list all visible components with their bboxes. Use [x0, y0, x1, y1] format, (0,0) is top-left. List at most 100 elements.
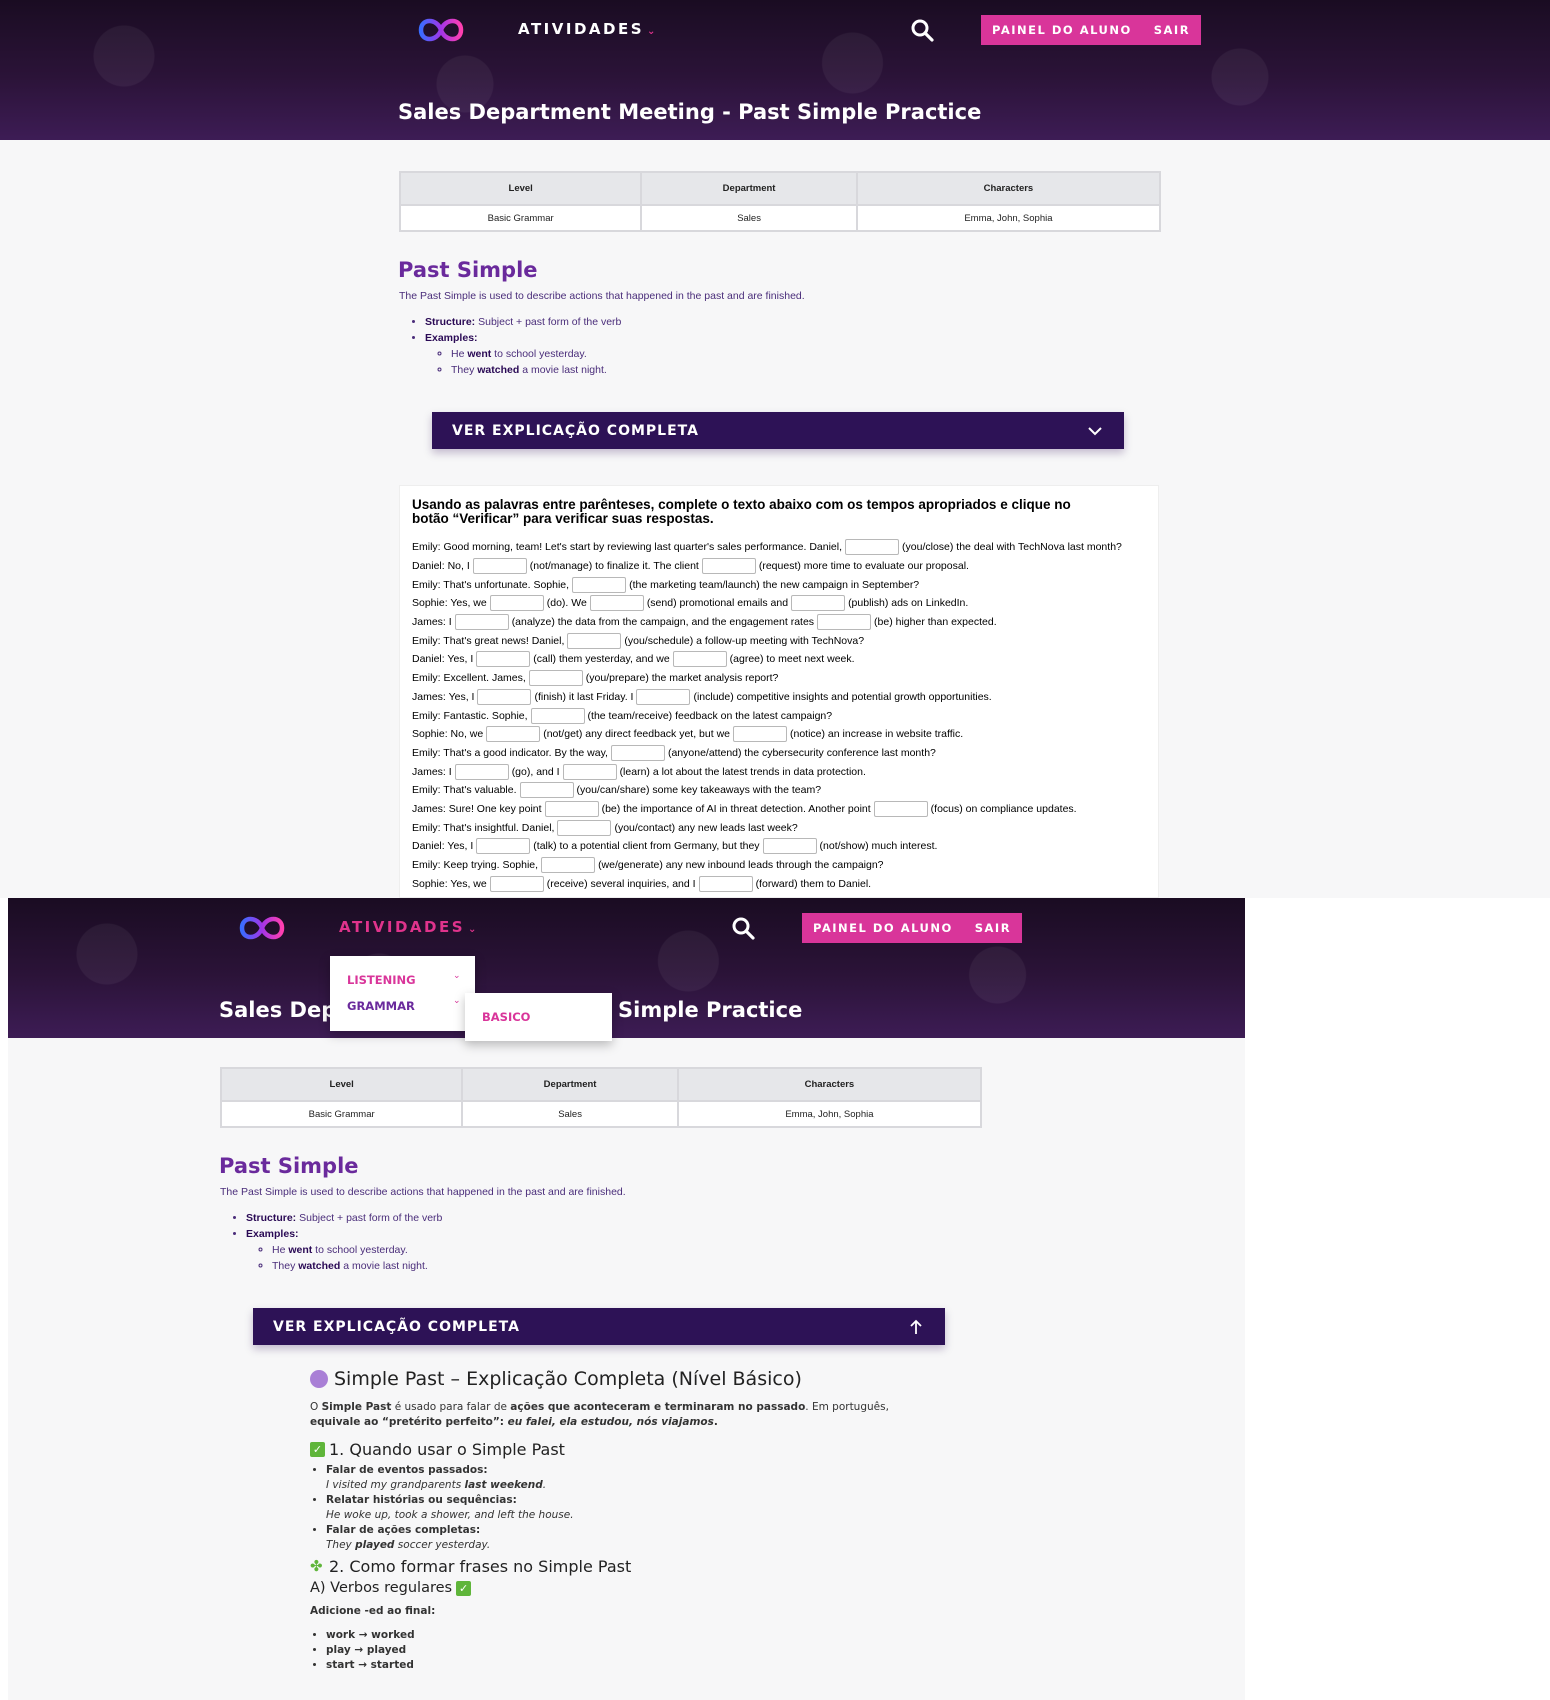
section-heading-text: 1. Quando usar o Simple Past [329, 1440, 565, 1459]
intro-italic: eu falei, ela estudou, nós viajamos [507, 1416, 714, 1428]
answer-input[interactable] [762, 838, 817, 855]
table-cell-characters: Emma, John, Sophia [676, 1100, 983, 1128]
list-item: work → worked [326, 1628, 910, 1643]
answer-input[interactable] [486, 726, 541, 743]
list-item: Falar de ações completas: They played soc… [326, 1523, 910, 1553]
list-item: start → started [326, 1658, 910, 1673]
answer-input[interactable] [541, 857, 596, 874]
exercise-text: (do). We [546, 597, 587, 610]
atividades-dropdown: LISTENING ⌄ GRAMMAR ⌄ [330, 956, 475, 1031]
infinity-logo-icon[interactable] [236, 910, 288, 946]
example-text: to school yesterday. [312, 1244, 408, 1256]
subsection-heading-regular: A) Verbos regulares ✓ [310, 1580, 910, 1596]
exercise-panel: Usando as palavras entre parênteses, com… [399, 485, 1159, 898]
search-icon[interactable] [731, 916, 755, 940]
exercise-text: (not/show) much interest. [819, 840, 938, 853]
usage-example-bold: last weekend [464, 1479, 543, 1491]
examples-label: Examples: [246, 1228, 299, 1240]
chevron-down-icon: ⌄ [453, 971, 461, 981]
search-icon[interactable] [910, 18, 934, 42]
past-simple-description: The Past Simple is used to describe acti… [220, 1186, 626, 1198]
answer-input[interactable] [530, 707, 585, 724]
answer-input[interactable] [610, 744, 665, 761]
table-header-characters: Characters [855, 171, 1162, 206]
answer-input[interactable] [477, 688, 532, 705]
section-heading-how: ✤ 2. Como formar frases no Simple Past [310, 1557, 910, 1576]
answer-input[interactable] [572, 576, 627, 593]
exercise-text: (forward) them to Daniel. [755, 877, 872, 890]
exercise-text: (the marketing team/launch) the new camp… [629, 578, 920, 591]
exercise-text: Sophie: Yes, we [412, 877, 487, 890]
answer-input[interactable] [636, 688, 691, 705]
account-buttons: PAINEL DO ALUNO SAIR [981, 15, 1202, 45]
answer-input[interactable] [472, 558, 527, 575]
answer-input[interactable] [476, 838, 531, 855]
answer-input[interactable] [557, 819, 612, 836]
nav-atividades[interactable]: ATIVIDADES ⌄ [339, 918, 476, 936]
exercise-text: James: I [412, 616, 452, 629]
example-text: They [272, 1260, 299, 1272]
answer-input[interactable] [489, 595, 544, 612]
answer-input[interactable] [589, 595, 644, 612]
answer-input[interactable] [454, 614, 509, 631]
arrow-up-icon [910, 1319, 922, 1334]
explanation-title-text: Simple Past – Explicação Completa (Nível… [334, 1368, 802, 1390]
exercise-text: (not/manage) to finalize it. The client [529, 560, 699, 573]
exercise-text: (receive) several inquiries, and I [546, 877, 696, 890]
list-item: They watched a movie last night. [451, 362, 621, 378]
exercise-line: Sophie: Yes, we (receive) several inquiri… [412, 874, 1122, 893]
answer-input[interactable] [817, 614, 872, 631]
answer-input[interactable] [544, 800, 599, 817]
answer-input[interactable] [701, 558, 756, 575]
exercise-text: (you/contact) any new leads last week? [614, 821, 798, 834]
exercise-text: (focus) on compliance updates. [930, 802, 1077, 815]
intro-text: equivale ao “pretérito perfeito”: [310, 1416, 508, 1428]
nav-atividades[interactable]: ATIVIDADES ⌄ [518, 20, 655, 38]
exercise-text: (not/get) any direct feedback yet, but w… [543, 728, 730, 741]
list-item: Examples: He went to school yesterday. T… [246, 1226, 442, 1274]
list-item: Structure: Subject + past form of the ve… [425, 314, 621, 330]
past-simple-title: Past Simple [398, 258, 538, 282]
structure-label: Structure: [425, 316, 476, 328]
answer-input[interactable] [791, 595, 846, 612]
table-header-characters: Characters [676, 1067, 983, 1102]
answer-input[interactable] [873, 800, 928, 817]
answer-input[interactable] [845, 539, 900, 556]
menu-item-basico[interactable]: BASICO [482, 1010, 530, 1024]
answer-input[interactable] [733, 726, 787, 743]
example-verb: went [288, 1244, 313, 1256]
exercise-line: Emily: That's insightful. Daniel, (you/co… [412, 818, 1122, 837]
sair-button[interactable]: SAIR [975, 921, 1011, 935]
usage-label: Relatar histórias ou sequências: [326, 1494, 517, 1506]
ver-explicacao-accordion[interactable]: VER EXPLICAÇÃO COMPLETA [432, 412, 1124, 449]
answer-input[interactable] [476, 651, 531, 668]
answer-input[interactable] [567, 632, 622, 649]
sair-button[interactable]: SAIR [1154, 23, 1190, 37]
past-simple-description: The Past Simple is used to describe acti… [399, 290, 805, 302]
infinity-logo-icon[interactable] [415, 12, 467, 48]
exercise-text: Emily: Keep trying. Sophie, [412, 859, 539, 872]
painel-do-aluno-button[interactable]: PAINEL DO ALUNO [992, 23, 1132, 37]
example-text: a movie last night. [340, 1260, 428, 1272]
menu-item-grammar[interactable]: GRAMMAR [347, 999, 415, 1013]
purple-circle-icon [310, 1370, 328, 1388]
answer-input[interactable] [489, 875, 544, 892]
answer-input[interactable] [698, 875, 753, 892]
exercise-text: (we/generate) any new inbound leads thro… [598, 859, 884, 872]
exercise-line: Emily: That's valuable. (you/can/share) s… [412, 781, 1122, 800]
painel-do-aluno-button[interactable]: PAINEL DO ALUNO [813, 921, 953, 935]
exercise-text: Sophie: Yes, we [412, 597, 487, 610]
menu-item-listening[interactable]: LISTENING [347, 973, 416, 987]
answer-input[interactable] [454, 763, 509, 780]
answer-input[interactable] [519, 782, 574, 799]
example-text: to school yesterday. [491, 348, 587, 360]
answer-input[interactable] [562, 763, 617, 780]
accordion-label: VER EXPLICAÇÃO COMPLETA [452, 422, 699, 439]
answer-input[interactable] [528, 670, 583, 687]
explanation-intro: O Simple Past é usado para falar de açõe… [310, 1400, 910, 1430]
ver-explicacao-accordion[interactable]: VER EXPLICAÇÃO COMPLETA [253, 1308, 945, 1345]
exercise-instructions: Usando as palavras entre parênteses, com… [412, 497, 1071, 526]
answer-input[interactable] [672, 651, 727, 668]
exercise-text: (be) the importance of AI in threat dete… [601, 802, 871, 815]
list-item: Relatar histórias ou sequências: He woke … [326, 1493, 910, 1523]
